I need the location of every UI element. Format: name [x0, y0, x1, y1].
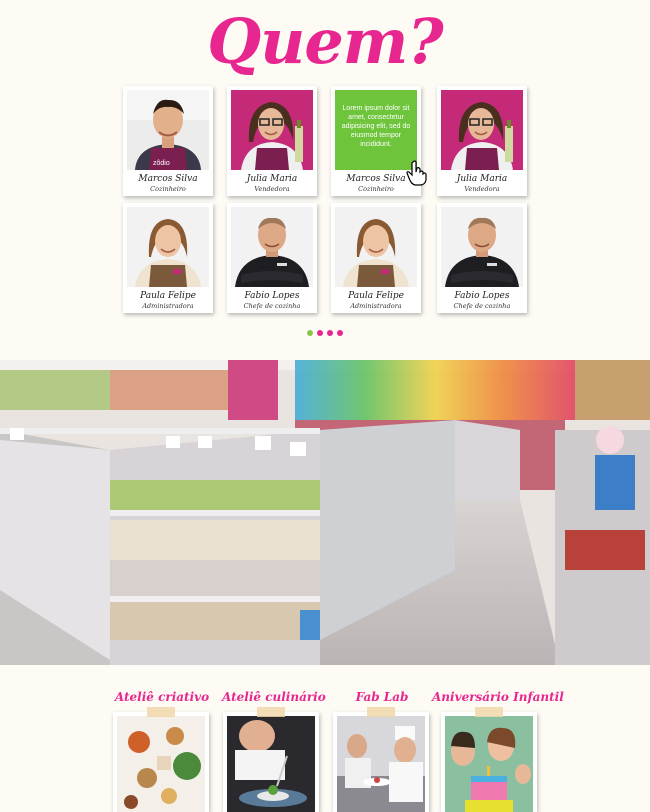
team-role: Administradora: [142, 302, 194, 310]
workshop-card[interactable]: [223, 707, 319, 812]
team-card[interactable]: zôdio Marcos Silva Cozinheiro: [123, 86, 213, 196]
team-name: Julia Maria: [456, 174, 508, 184]
workshop-title[interactable]: Aniversário Infantil: [432, 690, 564, 704]
pagination-dot[interactable]: [317, 330, 323, 336]
workshop-card[interactable]: [113, 707, 209, 812]
pagination-dot[interactable]: [327, 330, 333, 336]
team-name: Paula Felipe: [140, 291, 196, 301]
team-photo: [335, 207, 417, 287]
kitchen-photo: [337, 716, 425, 812]
team-role: Vendedora: [254, 185, 290, 193]
team-name: Paula Felipe: [348, 291, 404, 301]
workshop-card[interactable]: [333, 707, 429, 812]
team-role: Cozinheiro: [150, 185, 186, 193]
workshop-card[interactable]: [441, 707, 537, 812]
hand-cursor-icon: [406, 160, 427, 186]
craft-photo: [117, 716, 205, 812]
tape-decoration: [367, 707, 395, 717]
team-card[interactable]: Paula Felipe Administradora: [331, 203, 421, 313]
team-photo: zôdio: [127, 90, 209, 170]
team-role: Administradora: [350, 302, 402, 310]
team-name: Fabio Lopes: [454, 291, 510, 301]
workshop-title[interactable]: Ateliê culinário: [222, 690, 326, 704]
svg-text:zôdio: zôdio: [153, 160, 170, 167]
team-photo: [231, 207, 313, 287]
team-photo: [231, 90, 313, 170]
team-photo: [441, 207, 523, 287]
workshop-title[interactable]: Fab Lab: [332, 690, 432, 704]
team-role: Chefe de cozinha: [243, 302, 301, 310]
team-name: Marcos Silva: [346, 174, 406, 184]
tape-decoration: [475, 707, 503, 717]
team-role: Cozinheiro: [358, 185, 394, 193]
page-title: Quem?: [207, 5, 443, 78]
team-role: Chefe de cozinha: [453, 302, 511, 310]
team-card[interactable]: Fabio Lopes Chefe de cozinha: [437, 203, 527, 313]
pagination-dot[interactable]: [337, 330, 343, 336]
plating-photo: [227, 716, 315, 812]
pagination-dot[interactable]: [307, 330, 313, 336]
tape-decoration: [257, 707, 285, 717]
store-aisle-photo: [0, 360, 650, 665]
team-card[interactable]: Julia Maria Vendedora: [437, 86, 527, 196]
team-hover-text: Lorem ipsum dolor sit amet, consectetur …: [335, 90, 417, 170]
team-photo: [441, 90, 523, 170]
team-photo: [127, 207, 209, 287]
party-photo: [445, 716, 533, 812]
team-card[interactable]: Julia Maria Vendedora: [227, 86, 317, 196]
team-photo-hover[interactable]: Lorem ipsum dolor sit amet, consectetur …: [335, 90, 417, 170]
team-name: Marcos Silva: [138, 174, 198, 184]
team-role: Vendedora: [464, 185, 500, 193]
team-name: Fabio Lopes: [244, 291, 300, 301]
team-card[interactable]: Fabio Lopes Chefe de cozinha: [227, 203, 317, 313]
tape-decoration: [147, 707, 175, 717]
carousel-pagination: [307, 330, 343, 336]
team-card[interactable]: Paula Felipe Administradora: [123, 203, 213, 313]
team-name: Julia Maria: [246, 174, 298, 184]
workshop-title[interactable]: Ateliê criativo: [112, 690, 212, 704]
